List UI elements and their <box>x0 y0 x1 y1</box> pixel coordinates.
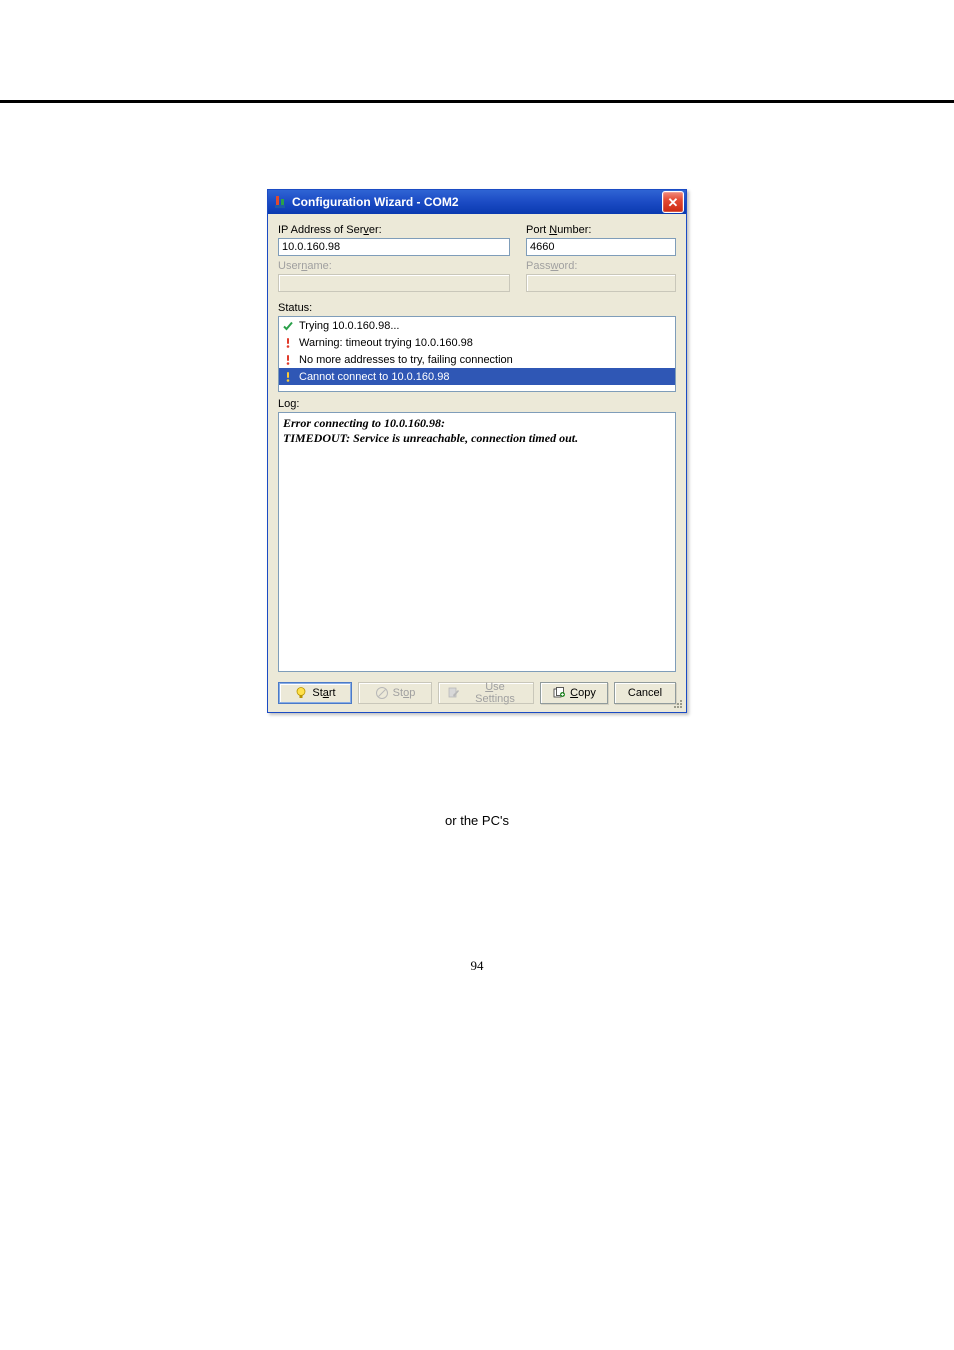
port-label: Port Number: <box>526 224 676 236</box>
use-settings-label: Use Settings <box>465 681 525 705</box>
close-icon: ✕ <box>668 196 679 209</box>
copy-button-label: Copy <box>570 687 596 699</box>
close-button[interactable]: ✕ <box>662 191 684 213</box>
username-label: Username: <box>278 260 510 272</box>
status-item[interactable]: Cannot connect to 10.0.160.98 <box>279 368 675 385</box>
lightbulb-icon <box>294 686 308 700</box>
apply-icon <box>447 686 461 700</box>
window-title: Configuration Wizard - COM2 <box>292 195 662 209</box>
log-label: Log: <box>278 398 676 410</box>
check-icon <box>281 320 295 332</box>
start-button[interactable]: Start <box>278 682 352 704</box>
cancel-button[interactable]: Cancel <box>614 682 676 704</box>
ip-label: IP Address of Server: <box>278 224 510 236</box>
warning-icon <box>281 371 295 383</box>
status-item-text: Warning: timeout trying 10.0.160.98 <box>299 337 473 349</box>
stop-icon <box>375 686 389 700</box>
status-item[interactable]: No more addresses to try, failing connec… <box>279 351 675 368</box>
status-item-text: No more addresses to try, failing connec… <box>299 354 513 366</box>
password-label: Password: <box>526 260 676 272</box>
app-icon <box>272 194 288 210</box>
warning-icon <box>281 337 295 349</box>
cancel-button-label: Cancel <box>628 687 662 699</box>
dialog-client: IP Address of Server: Port Number: Usern… <box>267 214 687 713</box>
copy-button[interactable]: Copy <box>540 682 608 704</box>
username-input <box>278 274 510 292</box>
status-item-text: Cannot connect to 10.0.160.98 <box>299 371 449 383</box>
page-number: 94 <box>0 958 954 974</box>
resize-grip[interactable] <box>672 698 684 710</box>
stop-button-label: Stop <box>393 687 416 699</box>
copy-icon <box>552 686 566 700</box>
log-box[interactable]: Error connecting to 10.0.160.98:TIMEDOUT… <box>278 412 676 672</box>
ip-input[interactable] <box>278 238 510 256</box>
status-item[interactable]: Trying 10.0.160.98... <box>279 317 675 334</box>
page-caption: or the PC's <box>0 813 954 828</box>
stop-button: Stop <box>358 682 432 704</box>
status-label: Status: <box>278 302 676 314</box>
start-button-label: Start <box>312 687 335 699</box>
status-listbox[interactable]: Trying 10.0.160.98... Warning: timeout tr… <box>278 316 676 392</box>
log-line: Error connecting to 10.0.160.98: <box>283 416 671 431</box>
use-settings-button: Use Settings <box>438 682 534 704</box>
password-input <box>526 274 676 292</box>
title-bar: Configuration Wizard - COM2 ✕ <box>267 189 687 214</box>
dialog-window: Configuration Wizard - COM2 ✕ IP Address… <box>267 189 687 713</box>
status-item[interactable]: Warning: timeout trying 10.0.160.98 <box>279 334 675 351</box>
log-line: TIMEDOUT: Service is unreachable, connec… <box>283 431 671 446</box>
status-item-text: Trying 10.0.160.98... <box>299 320 400 332</box>
port-input[interactable] <box>526 238 676 256</box>
warning-icon <box>281 354 295 366</box>
